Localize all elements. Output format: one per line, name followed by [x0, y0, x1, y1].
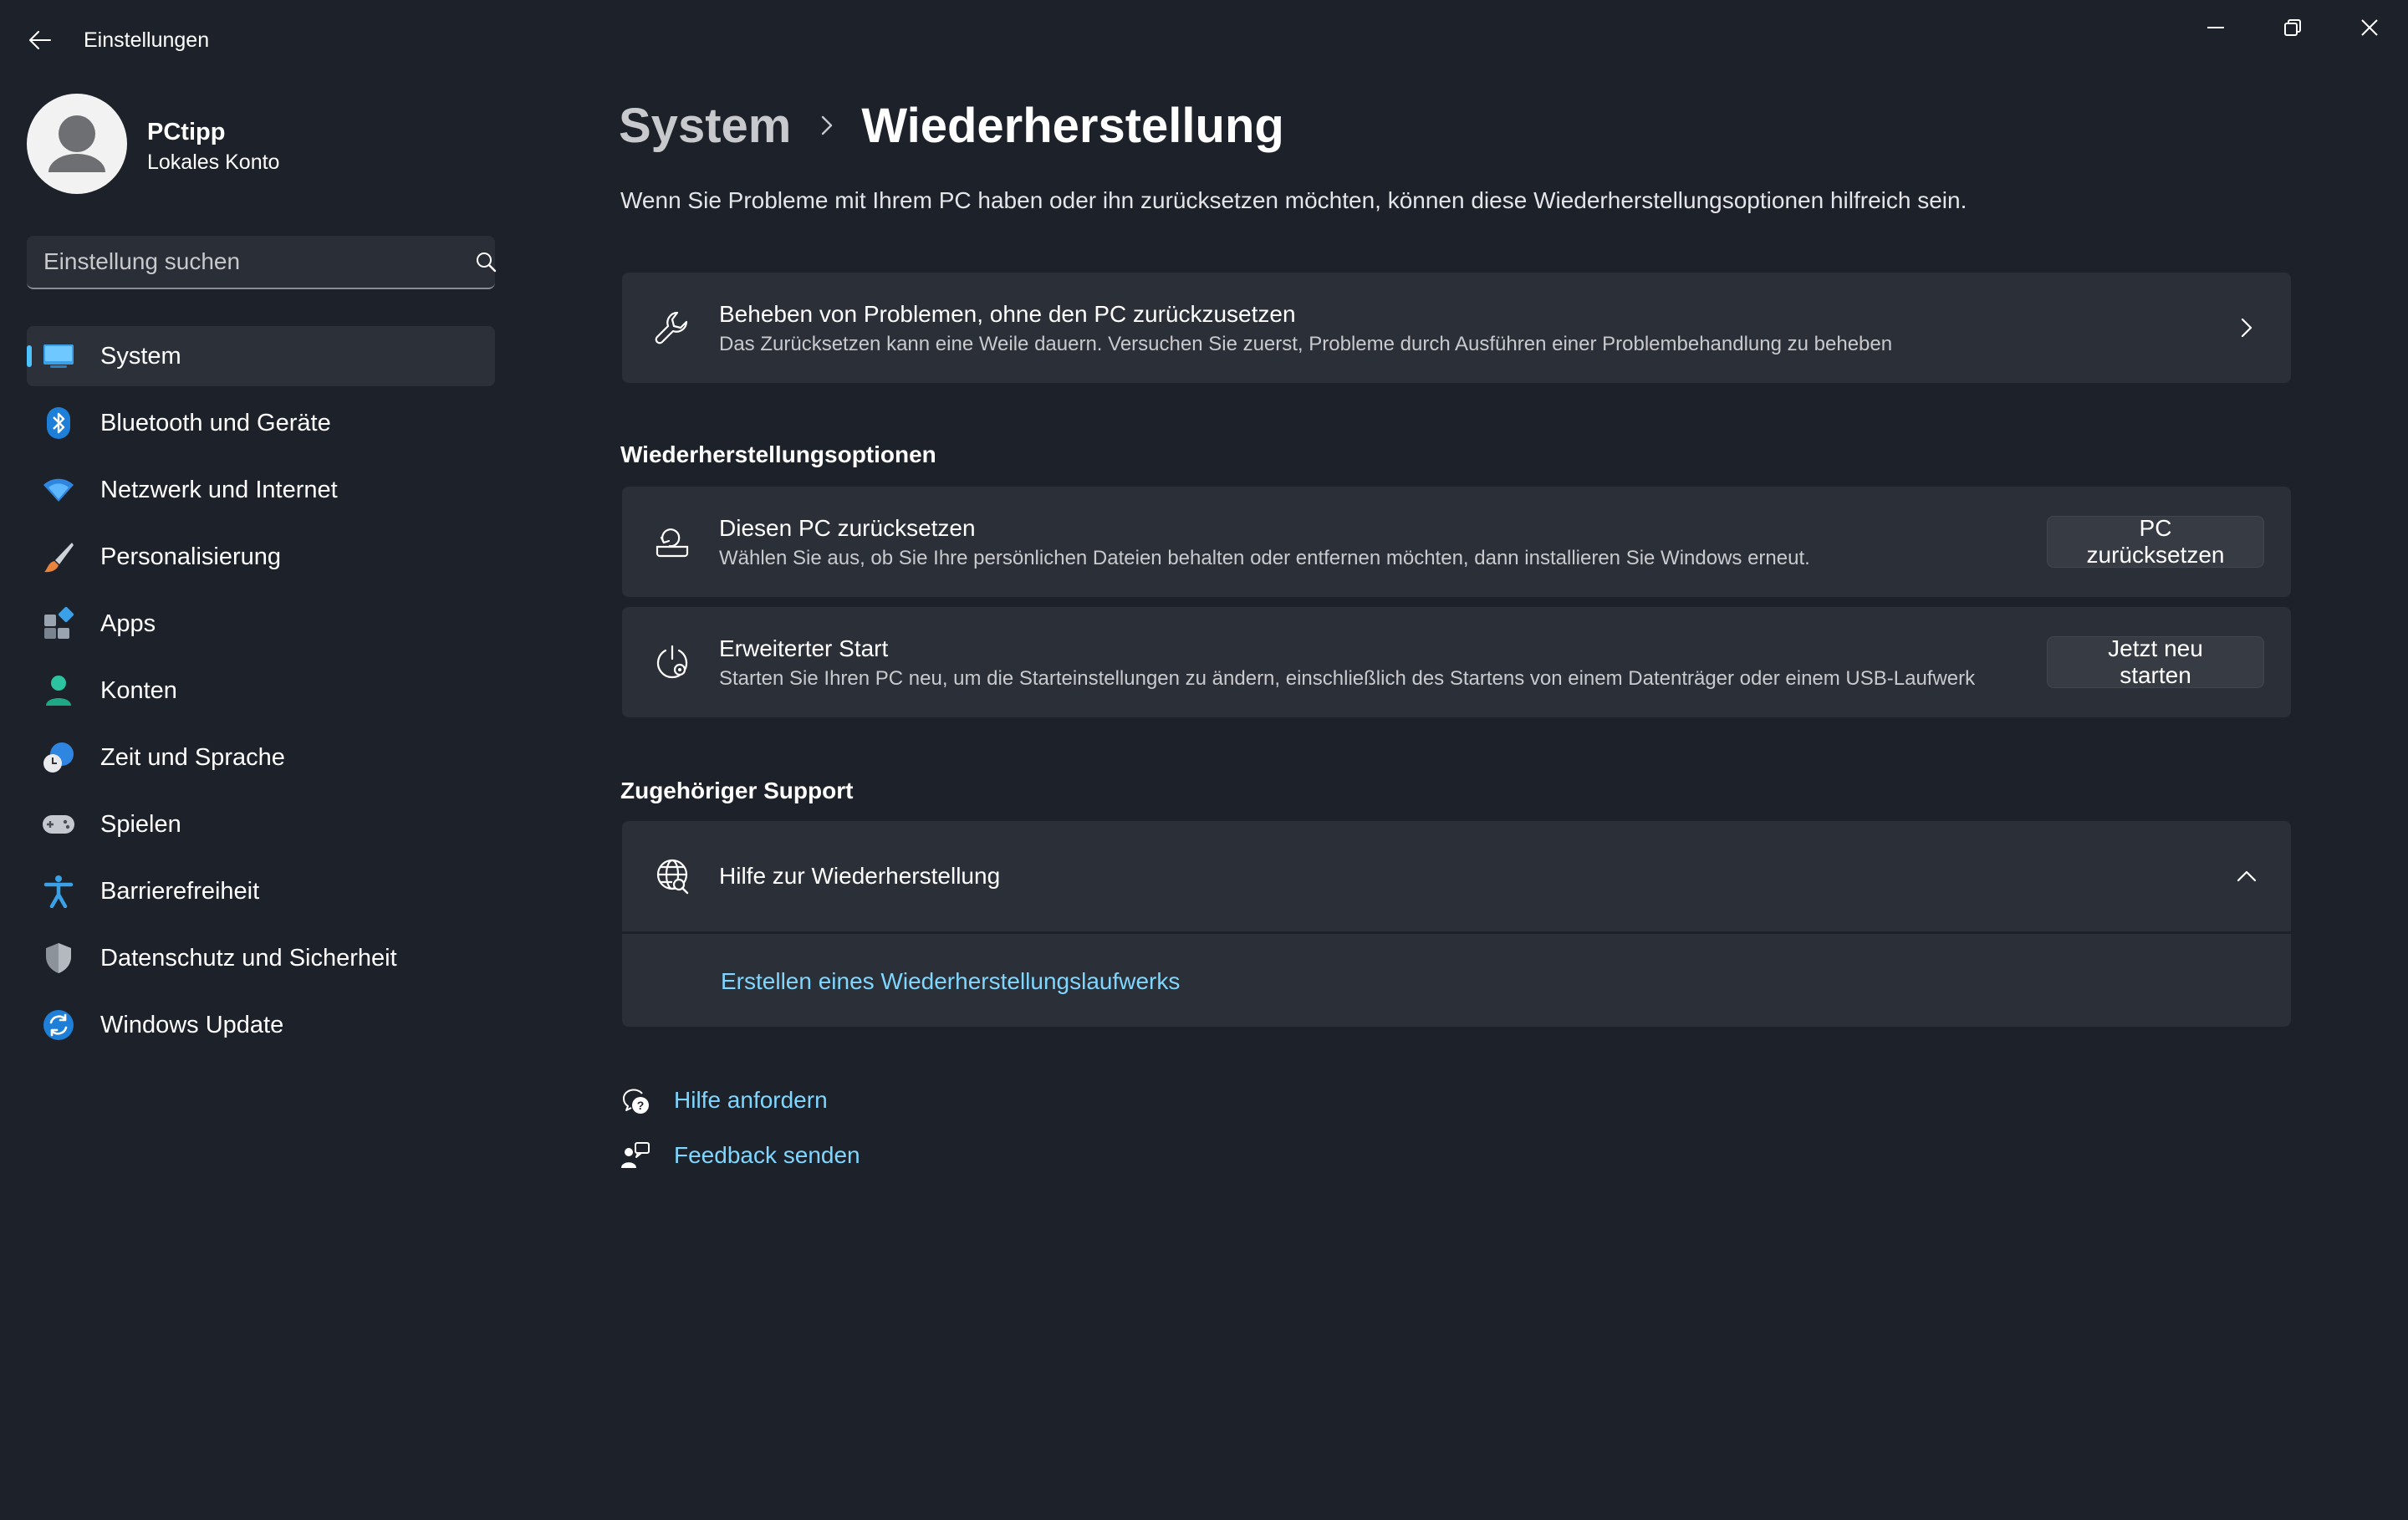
get-help-link[interactable]: Hilfe anfordern: [674, 1087, 828, 1114]
breadcrumb-parent-link[interactable]: System: [619, 98, 791, 154]
advanced-start-card: Erweiterter Start Starten Sie Ihren PC n…: [622, 607, 2291, 717]
svg-text:?: ?: [637, 1099, 645, 1112]
sidebar-item-label: Konten: [100, 676, 177, 704]
account-type: Lokales Konto: [147, 150, 280, 174]
card-title: Diesen PC zurücksetzen: [719, 515, 976, 541]
expander-header[interactable]: Hilfe zur Wiederherstellung: [622, 821, 2291, 931]
reset-pc-card: Diesen PC zurücksetzen Wählen Sie aus, o…: [622, 487, 2291, 597]
search-icon[interactable]: [475, 251, 497, 273]
wrench-icon: [652, 308, 692, 348]
advanced-startup-icon: [652, 642, 692, 682]
reset-pc-icon: [652, 522, 692, 562]
restore-button[interactable]: [2254, 0, 2331, 55]
page-title: Wiederherstellung: [861, 98, 1284, 153]
arrow-left-icon: [29, 31, 51, 49]
feedback-icon: [619, 1139, 652, 1172]
restart-now-button[interactable]: Jetzt neu starten: [2047, 635, 2264, 688]
troubleshoot-card[interactable]: Beheben von Problemen, ohne den PC zurüc…: [622, 273, 2291, 383]
clock-globe-icon: [42, 741, 75, 774]
sidebar-item-label: Netzwerk und Internet: [100, 476, 338, 503]
section-heading-recovery-options: Wiederherstellungsoptionen: [620, 441, 936, 467]
sidebar-item-label: Windows Update: [100, 1011, 284, 1038]
sidebar-item-bluetooth[interactable]: Bluetooth und Geräte: [27, 393, 495, 453]
sidebar-item-accessibility[interactable]: Barrierefreiheit: [27, 861, 495, 921]
chevron-right-icon: [2234, 315, 2259, 340]
title-bar: Einstellungen: [0, 0, 2408, 75]
user-silhouette-icon: [48, 115, 105, 172]
send-feedback-link-row[interactable]: Feedback senden: [619, 1137, 860, 1174]
sidebar-item-label: Spielen: [100, 810, 181, 838]
card-description: Wählen Sie aus, ob Sie Ihre persönlichen…: [719, 547, 1810, 569]
sidebar-item-label: Datenschutz und Sicherheit: [100, 944, 397, 972]
search-box[interactable]: [27, 236, 497, 289]
sidebar-item-label: Zeit und Sprache: [100, 743, 285, 771]
page-description: Wenn Sie Probleme mit Ihrem PC haben ode…: [620, 187, 1967, 213]
chevron-right-icon: [822, 115, 833, 135]
accessibility-icon: [42, 875, 75, 908]
person-icon: [42, 674, 75, 707]
section-heading-related-support: Zugehöriger Support: [620, 778, 854, 803]
sidebar-item-accounts[interactable]: Konten: [27, 661, 495, 721]
create-recovery-drive-link[interactable]: Erstellen eines Wiederherstellungslaufwe…: [721, 968, 1180, 995]
sidebar-item-label: System: [100, 342, 181, 370]
gamepad-icon: [42, 808, 75, 841]
sidebar-item-privacy-security[interactable]: Datenschutz und Sicherheit: [27, 928, 495, 988]
expander-divider: [622, 931, 2291, 934]
sidebar-item-network[interactable]: Netzwerk und Internet: [27, 460, 495, 520]
card-description: Starten Sie Ihren PC neu, um die Startei…: [719, 667, 1976, 690]
minimize-icon: [2207, 27, 2224, 28]
restore-icon: [2284, 19, 2301, 36]
expander-title: Hilfe zur Wiederherstellung: [719, 863, 1001, 889]
sidebar-item-label: Apps: [100, 610, 156, 637]
wifi-icon: [42, 473, 75, 507]
breadcrumb: System Wiederherstellung: [619, 92, 1284, 159]
reset-pc-button[interactable]: PC zurücksetzen: [2047, 515, 2264, 568]
system-monitor-icon: [42, 339, 75, 373]
close-button[interactable]: [2331, 0, 2408, 55]
sidebar-item-label: Bluetooth und Geräte: [100, 409, 331, 436]
close-icon: [2361, 19, 2378, 36]
apps-icon: [42, 607, 75, 640]
sidebar-item-label: Personalisierung: [100, 543, 282, 570]
globe-icon: [652, 856, 692, 896]
sidebar-item-personalization[interactable]: Personalisierung: [27, 527, 495, 587]
back-button[interactable]: [18, 18, 62, 62]
sidebar-item-gaming[interactable]: Spielen: [27, 794, 495, 854]
card-title: Erweiterter Start: [719, 635, 889, 661]
user-name: PCtipp: [147, 119, 226, 145]
search-input[interactable]: [43, 236, 445, 288]
refresh-icon: [42, 1008, 75, 1042]
bluetooth-icon: [42, 406, 75, 440]
shield-icon: [42, 941, 75, 975]
minimize-button[interactable]: [2177, 0, 2254, 55]
avatar[interactable]: [27, 94, 127, 194]
sidebar-item-windows-update[interactable]: Windows Update: [27, 995, 495, 1055]
get-help-link-row[interactable]: ? Hilfe anfordern: [619, 1082, 828, 1119]
send-feedback-link[interactable]: Feedback senden: [674, 1142, 860, 1169]
app-title: Einstellungen: [84, 28, 210, 52]
help-chat-icon: ?: [619, 1084, 652, 1117]
sidebar-item-apps[interactable]: Apps: [27, 594, 495, 654]
chevron-up-icon[interactable]: [2234, 864, 2259, 889]
paintbrush-icon: [42, 540, 75, 574]
recovery-help-expander: Hilfe zur Wiederherstellung Erstellen ei…: [622, 821, 2291, 1027]
sidebar-item-label: Barrierefreiheit: [100, 877, 260, 905]
sidebar-nav: System Bluetooth und Geräte Netzwerk und…: [27, 326, 495, 1062]
card-description: Das Zurücksetzen kann eine Weile dauern.…: [719, 333, 1893, 355]
sidebar-item-time-language[interactable]: Zeit und Sprache: [27, 727, 495, 788]
card-title: Beheben von Problemen, ohne den PC zurüc…: [719, 301, 1296, 327]
sidebar-item-system[interactable]: System: [27, 326, 495, 386]
